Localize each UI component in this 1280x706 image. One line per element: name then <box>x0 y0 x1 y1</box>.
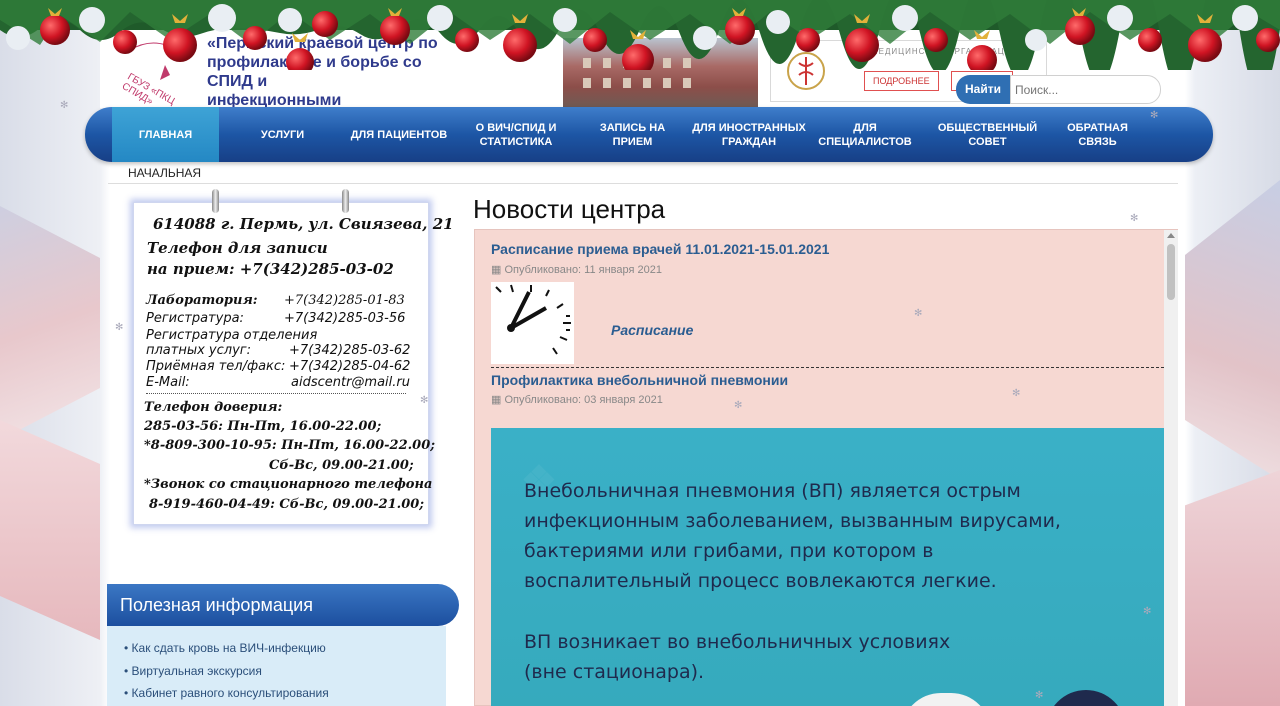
snowflake-icon: ✻ <box>914 308 923 319</box>
useful-link[interactable]: • Кабинет равного консультирования <box>124 686 329 700</box>
contact-reception-label: Приёмная тел/факс: <box>146 359 286 374</box>
scroll-up-icon[interactable] <box>1167 233 1175 238</box>
useful-link[interactable]: • Виртуальная экскурсия <box>124 664 262 678</box>
bullet-icon: • <box>124 641 129 655</box>
contact-paid-phone[interactable]: +7(342)285-03-62 <box>289 343 410 358</box>
news-item-date: ▦ Опубликовано: 11 января 2021 <box>491 263 662 276</box>
banner-text: бактериями или грибами, при котором в <box>524 540 934 562</box>
snowflake-icon: ✻ <box>1130 213 1139 224</box>
news-date-text: Опубликовано: 11 января 2021 <box>504 264 662 276</box>
background-decoration <box>1185 470 1280 706</box>
ministry-emblem-icon <box>781 45 831 95</box>
organization-name-line: «Пермский краевой центр по <box>207 35 438 52</box>
breadcrumb[interactable]: НАЧАЛЬНАЯ <box>128 166 201 180</box>
nav-item-hiv-statistics[interactable]: О ВИЧ/СПИД и статистика <box>460 107 572 162</box>
banner-text: воспалительный процесс вовлекаются легки… <box>524 570 997 592</box>
snowflake-icon: ✻ <box>420 395 429 406</box>
useful-link-label: Как сдать кровь на ВИЧ-инфекцию <box>131 641 326 655</box>
banner-text: инфекционным заболеванием, вызванным вир… <box>524 510 1061 532</box>
divider <box>108 183 1178 184</box>
nav-item-public-council[interactable]: Общественный совет <box>930 107 1045 162</box>
nav-item-foreign-citizens[interactable]: Для иностранных граждан <box>690 107 808 162</box>
divider <box>491 367 1164 368</box>
trust-phone-line: 285-03-56: Пн-Пт, 16.00-22.00; <box>144 419 382 434</box>
nav-item-feedback[interactable]: Обратная связь <box>1055 107 1140 162</box>
pneumonia-banner[interactable]: ❖ Внебольничная пневмония (ВП) является … <box>491 428 1164 706</box>
contact-record-label: Телефон для записи <box>147 239 328 257</box>
organization-name-line: профилактике и борьбе со СПИД и <box>207 54 422 90</box>
useful-info-list: • Как сдать кровь на ВИЧ-инфекцию • Вирт… <box>107 626 446 706</box>
banner-illustration <box>901 693 991 706</box>
trust-phone-line: *Звонок со стационарного телефона <box>144 477 433 492</box>
calendar-icon: ▦ <box>491 264 502 276</box>
main-navigation: Главная Услуги Для пациентов О ВИЧ/СПИД … <box>85 107 1213 162</box>
contact-lab-label: Лаборатория: <box>146 293 258 308</box>
bullet-icon: • <box>124 686 129 700</box>
banner-text: ВП возникает во внебольничных условиях <box>524 631 951 653</box>
trust-phone-title: Телефон доверия: <box>144 400 283 415</box>
snowflake-icon: ✻ <box>1035 690 1044 701</box>
news-heading: Новости центра <box>473 194 666 224</box>
news-item-title[interactable]: Профилактика внебольничной пневмонии <box>491 372 788 388</box>
scrollbar-thumb[interactable] <box>1167 244 1175 300</box>
snowflake-icon: ✻ <box>1150 110 1159 121</box>
news-date-text: Опубликовано: 03 января 2021 <box>504 394 663 406</box>
nav-item-patients[interactable]: Для пациентов <box>347 107 451 162</box>
contact-email[interactable]: aidscentr@mail.ru <box>291 375 410 390</box>
snowflake-icon: ✻ <box>1012 388 1021 399</box>
building-photo <box>563 38 758 108</box>
contact-lab-phone[interactable]: +7(342)285-01-83 <box>284 293 405 308</box>
banner-illustration <box>1046 690 1126 706</box>
nav-item-home[interactable]: Главная <box>112 107 219 162</box>
background-decoration <box>0 206 100 440</box>
background-decoration <box>1185 180 1280 480</box>
bullet-icon: • <box>124 664 129 678</box>
news-item-date: ▦ Опубликовано: 03 января 2021 <box>491 393 663 406</box>
clock-image[interactable] <box>491 282 574 364</box>
binder-ring <box>212 189 219 213</box>
trust-phone-line: 8-919-460-04-49: Сб-Вс, 09.00-21.00; <box>149 497 425 512</box>
snowflake-icon: ✻ <box>60 100 69 111</box>
snowflake-icon: ✻ <box>734 400 743 411</box>
banner-text: Внебольничная пневмония (ВП) является ос… <box>524 480 1021 502</box>
contact-record-phone: на прием: +7(342)285-03-02 <box>147 260 394 278</box>
contact-reception-phone[interactable]: +7(342)285-04-62 <box>289 359 410 374</box>
search-box: Найти <box>956 75 1161 104</box>
news-scrollbar[interactable] <box>1164 230 1178 706</box>
trust-phone-line: *8-809-300-10-95: Пн-Пт, 16.00-22.00; <box>144 438 436 453</box>
nav-item-services[interactable]: Услуги <box>225 107 340 162</box>
contact-paid-label: Регистратура отделения <box>146 328 318 343</box>
useful-link[interactable]: • Как сдать кровь на ВИЧ-инфекцию <box>124 641 326 655</box>
useful-link-label: Кабинет равного консультирования <box>131 686 329 700</box>
search-button[interactable]: Найти <box>956 75 1010 104</box>
useful-link-label: Виртуальная экскурсия <box>131 664 262 678</box>
useful-info-heading: Полезная информация <box>107 584 459 626</box>
contact-card: 614088 г. Пермь, ул. Свиязева, 21 Телефо… <box>133 189 454 525</box>
search-input[interactable] <box>1010 75 1161 104</box>
schedule-link[interactable]: Расписание <box>611 322 693 338</box>
contact-address: 614088 г. Пермь, ул. Свиязева, 21 <box>153 215 454 233</box>
trust-phone-line: Сб-Вс, 09.00-21.00; <box>269 458 414 473</box>
contact-paid-label: платных услуг: <box>146 343 251 358</box>
news-item-title[interactable]: Расписание приема врачей 11.01.2021-15.0… <box>491 241 829 257</box>
snowflake-icon: ✻ <box>115 322 124 333</box>
snowflake-icon: ✻ <box>1143 606 1152 617</box>
nav-item-appointment[interactable]: Запись на прием <box>585 107 680 162</box>
contact-reg-label: Регистратура: <box>146 311 244 326</box>
ministry-label: МЕДИЦИНСКАЯ ОРГАНИЗАЦИЯ <box>871 47 1019 56</box>
banner-text: (вне стационара). <box>524 661 705 683</box>
contact-email-label: E-Mail: <box>146 375 190 390</box>
divider <box>146 393 406 394</box>
nav-item-specialists[interactable]: Для специалистов <box>815 107 915 162</box>
background-decoration <box>0 420 100 640</box>
ministry-more-button[interactable]: ПОДРОБНЕЕ <box>864 71 939 91</box>
contact-reg-phone[interactable]: +7(342)285-03-56 <box>284 311 405 326</box>
binder-ring <box>342 189 349 213</box>
logo[interactable]: ГБУЗ «ПКЦ СПИД» <box>110 40 200 107</box>
calendar-icon: ▦ <box>491 394 502 406</box>
